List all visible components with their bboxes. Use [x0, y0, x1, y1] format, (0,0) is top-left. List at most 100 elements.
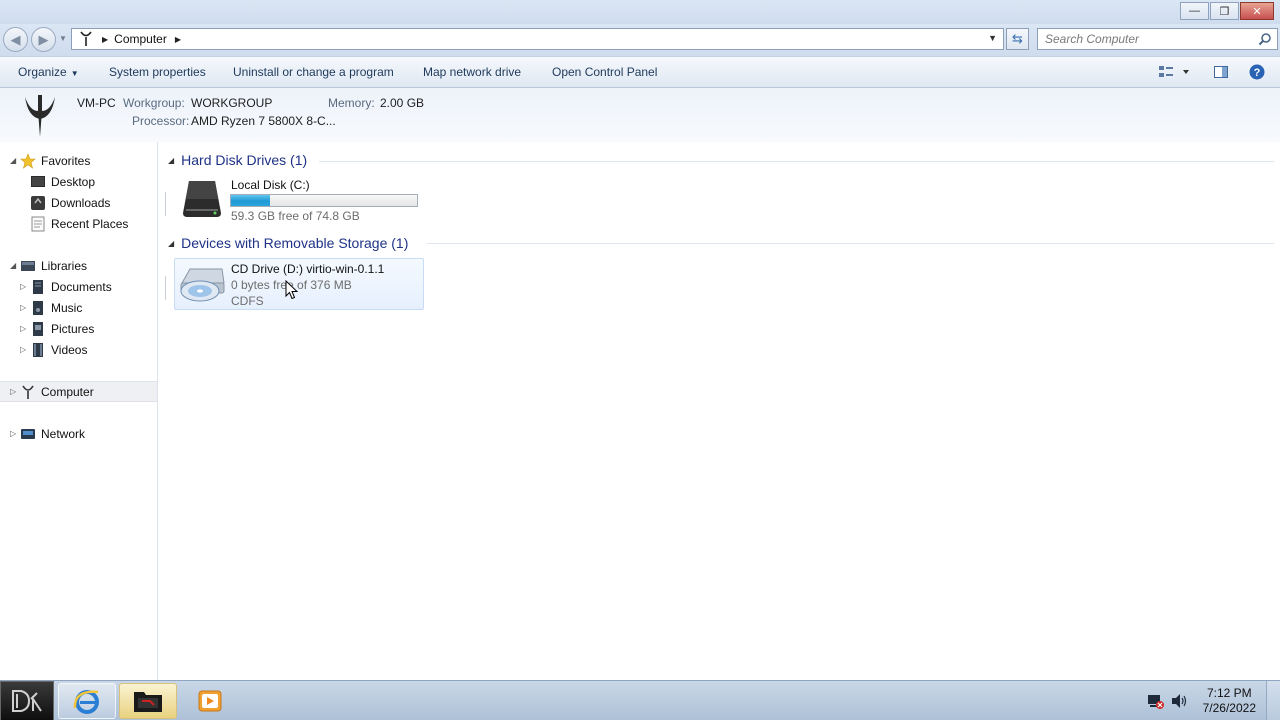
- local-disk-c-tile[interactable]: Local Disk (C:) 59.3 GB free of 74.8 GB: [174, 176, 429, 223]
- nav-downloads[interactable]: Downloads: [0, 192, 157, 213]
- search-icon[interactable]: [1258, 32, 1272, 46]
- back-button[interactable]: ◀: [3, 27, 28, 52]
- nav-videos-label: Videos: [51, 342, 88, 357]
- search-box[interactable]: [1037, 28, 1278, 50]
- nav-documents[interactable]: ▷ Documents: [0, 276, 157, 297]
- local-disk-usage-fill: [231, 195, 270, 206]
- refresh-icon: ⇆: [1012, 31, 1023, 46]
- divider: [165, 276, 166, 300]
- map-network-drive-button[interactable]: Map network drive: [423, 65, 521, 79]
- collapse-icon: ◢: [168, 155, 175, 165]
- forward-button[interactable]: ▶: [31, 27, 56, 52]
- refresh-button[interactable]: ⇆: [1006, 28, 1029, 50]
- nav-desktop-label: Desktop: [51, 174, 96, 189]
- open-control-panel-button[interactable]: Open Control Panel: [552, 65, 657, 79]
- nav-libraries-label: Libraries: [41, 258, 88, 273]
- divider: [427, 243, 1274, 244]
- cd-drive-d-tile[interactable]: CD Drive (D:) virtio-win-0.1.1 0 bytes f…: [174, 258, 424, 310]
- nav-music[interactable]: ▷ Music: [0, 297, 157, 318]
- nav-network[interactable]: ▷ Network: [0, 423, 157, 444]
- processor-label: Processor:: [132, 114, 190, 128]
- nav-libraries[interactable]: ◢ Libraries: [0, 255, 157, 276]
- recent-pages-dropdown[interactable]: ▼: [59, 34, 67, 43]
- hard-disk-drives-group-header[interactable]: ◢ Hard Disk Drives (1): [168, 152, 307, 168]
- computer-name: VM-PC: [77, 96, 116, 110]
- maximize-button[interactable]: ❐: [1210, 2, 1239, 20]
- folder-icon: [134, 692, 162, 712]
- cd-drive-filesystem: CDFS: [231, 294, 264, 308]
- network-icon: [21, 428, 35, 439]
- change-view-icon[interactable]: [1158, 64, 1190, 80]
- network-status-icon[interactable]: [1146, 693, 1164, 709]
- nav-favorites[interactable]: ◢ Favorites: [0, 150, 157, 171]
- hard-drive-icon: [183, 181, 221, 217]
- internet-explorer-icon: [73, 690, 99, 714]
- nav-videos[interactable]: ▷ Videos: [0, 339, 157, 360]
- expand-icon[interactable]: ▷: [20, 345, 26, 354]
- divider: [319, 161, 1274, 162]
- nav-network-label: Network: [41, 426, 86, 441]
- desktop-icon: [31, 175, 45, 187]
- system-properties-button[interactable]: System properties: [109, 65, 206, 79]
- collapse-icon[interactable]: ◢: [10, 261, 16, 270]
- removable-storage-group-header[interactable]: ◢ Devices with Removable Storage (1): [168, 235, 408, 251]
- address-row: ◀ ▶ ▼ ▶ Computer ▶ ▼ ⇆: [0, 24, 1280, 56]
- taskbar-media-player[interactable]: [181, 683, 239, 719]
- cd-drive-icon: [180, 268, 225, 302]
- navigation-pane: ◢ Favorites Desktop Downloads Recent Pla…: [0, 142, 158, 680]
- documents-icon: [33, 279, 43, 294]
- minimize-button[interactable]: —: [1180, 2, 1209, 20]
- local-disk-free-space: 59.3 GB free of 74.8 GB: [231, 209, 360, 223]
- chevron-down-icon: ▼: [70, 69, 79, 78]
- close-button[interactable]: ✕: [1240, 2, 1274, 20]
- volume-icon[interactable]: [1170, 693, 1188, 709]
- downloads-icon: [31, 195, 45, 210]
- taskbar-file-explorer[interactable]: [119, 683, 177, 719]
- address-dropdown-icon[interactable]: ▼: [988, 33, 997, 43]
- computer-icon: [22, 385, 34, 399]
- cd-drive-name: CD Drive (D:) virtio-win-0.1.1: [231, 262, 385, 276]
- collapse-icon[interactable]: ◢: [10, 156, 16, 165]
- breadcrumb-arrow-icon[interactable]: ▶: [102, 35, 108, 44]
- start-button[interactable]: [0, 681, 54, 720]
- nav-computer[interactable]: ▷ Computer: [0, 381, 157, 402]
- breadcrumb-computer[interactable]: Computer: [114, 32, 167, 46]
- organize-button[interactable]: Organize ▼: [18, 65, 79, 79]
- divider: [165, 192, 166, 216]
- forward-arrow-icon: ▶: [38, 31, 49, 47]
- expand-icon[interactable]: ▷: [20, 324, 26, 333]
- preview-pane-icon[interactable]: [1213, 64, 1229, 80]
- help-icon[interactable]: ?: [1249, 64, 1265, 80]
- nav-recent-places-label: Recent Places: [51, 216, 129, 231]
- show-desktop-button[interactable]: [1266, 681, 1280, 720]
- nav-recent-places[interactable]: Recent Places: [0, 213, 157, 234]
- media-player-icon: [198, 690, 222, 712]
- taskbar: 7:12 PM 7/26/2022: [0, 680, 1280, 720]
- expand-icon[interactable]: ▷: [20, 303, 26, 312]
- pictures-icon: [33, 321, 43, 336]
- expand-icon[interactable]: ▷: [10, 387, 16, 396]
- clock-time: 7:12 PM: [1206, 686, 1252, 700]
- collapse-icon: ◢: [168, 238, 175, 248]
- search-input[interactable]: [1038, 29, 1248, 49]
- svg-text:?: ?: [1254, 67, 1261, 79]
- uninstall-program-button[interactable]: Uninstall or change a program: [233, 65, 394, 79]
- videos-icon: [33, 342, 43, 357]
- breadcrumb-arrow-icon[interactable]: ▶: [175, 35, 181, 44]
- nav-desktop[interactable]: Desktop: [0, 171, 157, 192]
- clock[interactable]: 7:12 PM 7/26/2022: [1203, 686, 1256, 716]
- command-bar: Organize ▼ System properties Uninstall or…: [0, 56, 1280, 88]
- mouse-cursor-icon: [285, 280, 299, 300]
- nav-favorites-label: Favorites: [41, 153, 91, 168]
- address-bar[interactable]: ▶ Computer ▶ ▼: [71, 28, 1004, 50]
- expand-icon[interactable]: ▷: [10, 429, 16, 438]
- clock-date: 7/26/2022: [1202, 701, 1256, 715]
- window-controls: — ❐ ✕: [1180, 2, 1274, 20]
- nav-pictures[interactable]: ▷ Pictures: [0, 318, 157, 339]
- start-logo-icon: [12, 690, 42, 712]
- computer-logo-icon: [25, 95, 55, 137]
- taskbar-internet-explorer[interactable]: [58, 683, 116, 719]
- local-disk-name: Local Disk (C:): [231, 178, 310, 192]
- system-tray: 7:12 PM 7/26/2022: [1140, 681, 1280, 720]
- expand-icon[interactable]: ▷: [20, 282, 26, 291]
